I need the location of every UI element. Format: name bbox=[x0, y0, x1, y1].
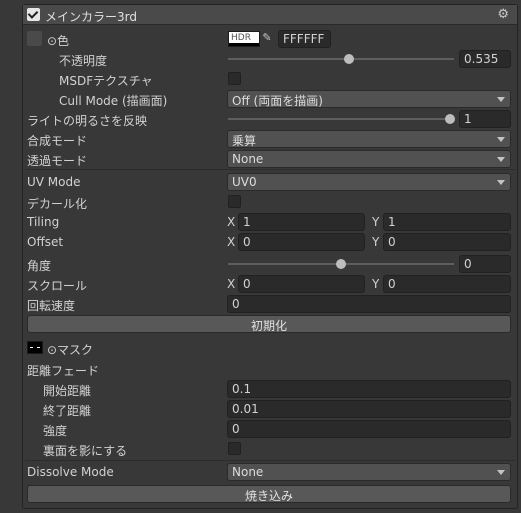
fade-start-label: 開始距離 bbox=[43, 384, 92, 398]
chevron-down-icon bbox=[497, 97, 505, 102]
scroll-x-label: X bbox=[227, 277, 236, 291]
chevron-down-icon bbox=[497, 470, 505, 475]
decal-checkbox[interactable] bbox=[228, 195, 241, 208]
rotation-speed-row: 回転速度 0 bbox=[23, 294, 517, 314]
scroll-label: スクロール bbox=[27, 279, 88, 293]
dissolve-mode-label: Dissolve Mode bbox=[27, 465, 114, 479]
lighting-slider-knob[interactable] bbox=[445, 114, 455, 124]
transparent-mode-value: None bbox=[232, 152, 264, 166]
cull-mode-row: Cull Mode (描画面) Off (両面を描画) bbox=[23, 89, 517, 109]
tiling-row: Tiling X 1 Y 1 bbox=[23, 212, 517, 232]
color-texture-slot[interactable] bbox=[27, 31, 42, 46]
cull-mode-value: Off (両面を描画) bbox=[232, 94, 323, 108]
scroll-y-label: Y bbox=[372, 277, 380, 291]
offset-y-label: Y bbox=[372, 235, 380, 249]
msdf-checkbox[interactable] bbox=[228, 72, 241, 85]
blend-mode-label: 合成モード bbox=[27, 134, 88, 148]
eyedropper-icon[interactable]: ✎ bbox=[259, 31, 275, 47]
opacity-row: 不透明度 0.535 bbox=[23, 49, 517, 69]
decal-label: デカール化 bbox=[27, 197, 88, 211]
mask-row: ⊙マスク bbox=[23, 338, 517, 358]
fade-end-row: 終了距離 0.01 bbox=[23, 399, 517, 419]
color-row: ⊙色 HDR ✎ FFFFFF bbox=[23, 29, 517, 49]
reset-button[interactable]: 初期化 bbox=[27, 315, 511, 333]
lighting-value-field[interactable]: 1 bbox=[459, 110, 511, 128]
scroll-row: スクロール X 0 Y 0 bbox=[23, 274, 517, 294]
lighting-row: ライトの明るさを反映 1 bbox=[23, 109, 517, 129]
hdr-label: HDR bbox=[231, 33, 251, 43]
lighting-label: ライトの明るさを反映 bbox=[27, 114, 148, 128]
backface-shadow-checkbox[interactable] bbox=[228, 442, 241, 455]
uv-mode-dropdown[interactable]: UV0 bbox=[227, 173, 511, 191]
opacity-value-field[interactable]: 0.535 bbox=[459, 50, 511, 68]
scroll-y-field[interactable]: 0 bbox=[383, 275, 511, 293]
blend-mode-dropdown[interactable]: 乗算 bbox=[227, 130, 511, 148]
cull-mode-dropdown[interactable]: Off (両面を描画) bbox=[227, 90, 511, 108]
color-label: ⊙色 bbox=[47, 34, 70, 48]
chevron-down-icon bbox=[497, 180, 505, 185]
distance-fade-row: 距離フェード bbox=[23, 359, 517, 379]
transparent-mode-label: 透過モード bbox=[27, 154, 88, 168]
mask-texture-slot[interactable] bbox=[27, 341, 43, 354]
angle-slider-knob[interactable] bbox=[336, 259, 346, 269]
hex-color-field[interactable]: FFFFFF bbox=[278, 30, 331, 48]
fade-start-field[interactable]: 0.1 bbox=[227, 380, 511, 398]
lighting-slider-track[interactable] bbox=[228, 118, 454, 120]
color-swatch[interactable]: HDR bbox=[228, 31, 260, 47]
tiling-y-label: Y bbox=[372, 215, 380, 229]
section-header[interactable]: メインカラー3rd ⚙ bbox=[23, 5, 517, 25]
msdf-label: MSDFテクスチャ bbox=[59, 74, 153, 88]
rotation-speed-label: 回転速度 bbox=[27, 299, 76, 313]
angle-row: 角度 0 bbox=[23, 254, 517, 274]
decal-row: デカール化 bbox=[23, 192, 517, 212]
blend-mode-value: 乗算 bbox=[232, 134, 257, 148]
chevron-down-icon bbox=[497, 137, 505, 142]
dissolve-mode-row: Dissolve Mode None bbox=[23, 462, 517, 482]
gear-icon[interactable]: ⚙ bbox=[497, 7, 509, 22]
uv-mode-row: UV Mode UV0 bbox=[23, 172, 517, 192]
offset-row: Offset X 0 Y 0 bbox=[23, 232, 517, 252]
divider bbox=[25, 460, 515, 461]
section-title: メインカラー3rd bbox=[45, 10, 137, 24]
offset-y-field[interactable]: 0 bbox=[383, 233, 511, 251]
divider bbox=[25, 169, 515, 170]
fade-strength-label: 強度 bbox=[43, 424, 68, 438]
opacity-label: 不透明度 bbox=[59, 54, 108, 68]
bake-button[interactable]: 焼き込み bbox=[27, 485, 511, 503]
fade-strength-field[interactable]: 0 bbox=[227, 420, 511, 438]
rotation-speed-field[interactable]: 0 bbox=[227, 295, 511, 313]
cull-mode-label: Cull Mode (描画面) bbox=[59, 94, 168, 108]
fade-start-row: 開始距離 0.1 bbox=[23, 379, 517, 399]
dissolve-mode-value: None bbox=[232, 465, 264, 479]
tiling-x-label: X bbox=[227, 215, 236, 229]
opacity-slider-knob[interactable] bbox=[344, 54, 354, 64]
angle-label: 角度 bbox=[27, 259, 52, 273]
msdf-row: MSDFテクスチャ bbox=[23, 69, 517, 89]
enable-checkbox[interactable] bbox=[27, 8, 40, 21]
fade-strength-row: 強度 0 bbox=[23, 419, 517, 439]
mask-label: ⊙マスク bbox=[47, 343, 94, 357]
angle-value-field[interactable]: 0 bbox=[459, 255, 511, 273]
main-color-3rd-panel: メインカラー3rd ⚙ ⊙色 HDR ✎ FFFFFF 不透明度 0.535 M… bbox=[22, 4, 518, 509]
tiling-y-field[interactable]: 1 bbox=[383, 213, 511, 231]
offset-x-field[interactable]: 0 bbox=[238, 233, 365, 251]
opacity-slider-track[interactable] bbox=[228, 58, 454, 60]
tiling-x-field[interactable]: 1 bbox=[238, 213, 365, 231]
offset-x-label: X bbox=[227, 235, 236, 249]
chevron-down-icon bbox=[497, 157, 505, 162]
transparent-mode-row: 透過モード None bbox=[23, 149, 517, 169]
uv-mode-value: UV0 bbox=[232, 175, 257, 189]
fade-end-label: 終了距離 bbox=[43, 404, 92, 418]
blend-mode-row: 合成モード 乗算 bbox=[23, 129, 517, 149]
backface-shadow-label: 裏面を影にする bbox=[43, 444, 128, 458]
fade-end-field[interactable]: 0.01 bbox=[227, 400, 511, 418]
backface-shadow-row: 裏面を影にする bbox=[23, 439, 517, 459]
transparent-mode-dropdown[interactable]: None bbox=[227, 150, 511, 168]
uv-mode-label: UV Mode bbox=[27, 175, 81, 189]
distance-fade-label: 距離フェード bbox=[27, 364, 100, 378]
offset-label: Offset bbox=[27, 235, 64, 249]
scroll-x-field[interactable]: 0 bbox=[238, 275, 365, 293]
dissolve-mode-dropdown[interactable]: None bbox=[227, 463, 511, 481]
tiling-label: Tiling bbox=[27, 215, 60, 229]
